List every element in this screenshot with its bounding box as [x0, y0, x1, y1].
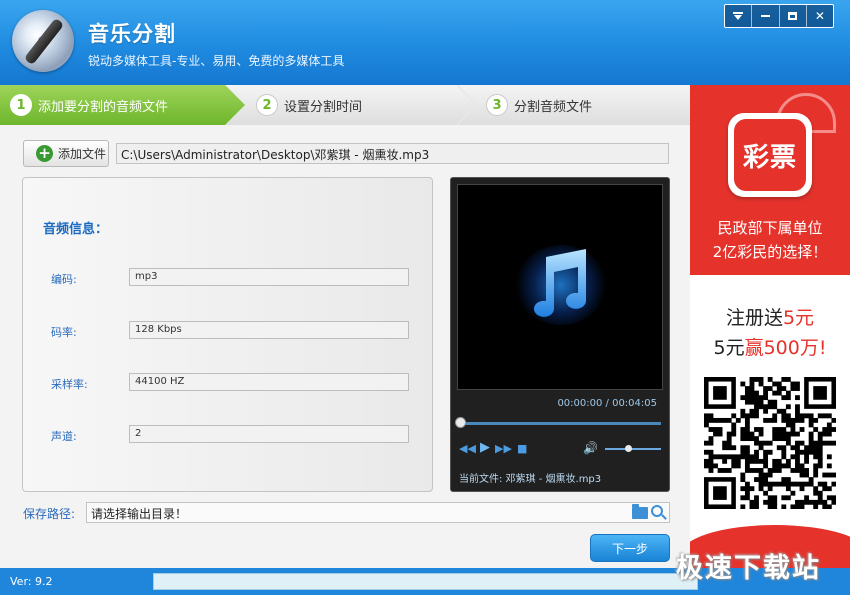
ad-promo-2-amount: 赢500万!: [744, 337, 827, 359]
lottery-logo: 彩票: [728, 113, 812, 197]
search-icon[interactable]: [651, 505, 663, 517]
ad-promo-1: 注册送5元: [690, 303, 850, 330]
info-row-codec: 编码: mp3: [23, 268, 434, 288]
close-icon: ✕: [814, 9, 825, 23]
folder-icon[interactable]: [632, 504, 648, 519]
main-panel: + 添加文件 C:\Users\Administrator\Desktop\邓紫…: [0, 125, 690, 568]
ad-promo-2: 5元赢500万!: [690, 333, 850, 360]
menu-icon: [733, 12, 744, 20]
fast-forward-icon[interactable]: ▶▶: [495, 442, 512, 455]
progress-bar: [153, 573, 698, 590]
info-row-channels: 声道: 2: [23, 425, 434, 445]
save-path-field[interactable]: 请选择输出目录！: [86, 502, 670, 523]
ad-promo-1-amount: 5元: [782, 307, 815, 329]
step-number: 2: [256, 94, 278, 116]
site-watermark: 极速下载站: [676, 553, 821, 584]
codec-field: mp3: [129, 268, 409, 286]
volume-slider[interactable]: [605, 448, 661, 450]
minimize-button[interactable]: [752, 5, 780, 27]
seek-bar[interactable]: [459, 422, 661, 425]
audio-player: 00:00:00 / 00:04:05 ◀◀ ▶ ▶▶ ■ 🔊 当前文件: 邓紫…: [450, 177, 670, 492]
audio-info-title: 音频信息：: [43, 222, 109, 237]
step-bar: 1 添加要分割的音频文件 2 设置分割时间 3 分割音频文件: [0, 85, 690, 125]
file-path-field[interactable]: C:\Users\Administrator\Desktop\邓紫琪 - 烟熏妆…: [116, 143, 669, 164]
step-label: 设置分割时间: [284, 99, 363, 115]
now-playing-text: 当前文件: 邓紫琪 - 烟熏妆.mp3: [459, 474, 602, 485]
plus-icon: +: [36, 145, 53, 162]
sample-rate-field: 44100 HZ: [129, 373, 409, 391]
minimize-icon: [760, 15, 770, 17]
channels-label: 声道:: [51, 430, 77, 443]
step-number: 1: [10, 94, 32, 116]
lottery-logo-text: 彩票: [734, 119, 806, 191]
audio-info-panel: 音频信息： 编码: mp3 码率: 128 Kbps 采样率: 44100 HZ…: [22, 177, 433, 492]
play-icon[interactable]: ▶: [480, 440, 490, 455]
sample-rate-label: 采样率:: [51, 378, 88, 391]
version-label: Ver: 9.2: [10, 575, 53, 588]
ad-panel[interactable]: 彩票 民政部下属单位 2亿彩民的选择！ 注册送5元 5元赢500万!: [690, 85, 850, 570]
add-file-label: 添加文件: [58, 147, 107, 161]
step-label: 添加要分割的音频文件: [38, 99, 169, 115]
bitrate-field: 128 Kbps: [129, 321, 409, 339]
music-note-icon: [534, 249, 586, 317]
maximize-button[interactable]: [779, 5, 807, 27]
ad-line-1: 民政部下属单位: [717, 219, 823, 237]
title-bar: 音乐分割 锐动多媒体工具-专业、易用、免费的多媒体工具 ✕: [0, 0, 850, 85]
ad-line-2: 2亿彩民的选择！: [712, 243, 828, 261]
step-label: 分割音频文件: [514, 99, 593, 115]
maximize-icon: [788, 12, 798, 20]
seek-handle[interactable]: [455, 417, 466, 428]
codec-label: 编码:: [51, 273, 77, 286]
bitrate-label: 码率:: [51, 326, 77, 339]
menu-button[interactable]: [725, 5, 753, 27]
time-display: 00:00:00 / 00:04:05: [557, 398, 657, 409]
preview-area: [457, 184, 663, 390]
step-add-file[interactable]: 1 添加要分割的音频文件: [0, 85, 245, 125]
step-set-split-time[interactable]: 2 设置分割时间: [226, 85, 476, 125]
app-logo-icon: [12, 10, 74, 72]
window-controls: ✕: [724, 4, 834, 28]
volume-handle[interactable]: [625, 445, 632, 452]
step-split-audio[interactable]: 3 分割音频文件: [458, 85, 690, 125]
volume-icon[interactable]: 🔊: [583, 441, 598, 455]
app-subtitle: 锐动多媒体工具-专业、易用、免费的多媒体工具: [88, 54, 345, 68]
info-row-bitrate: 码率: 128 Kbps: [23, 321, 434, 341]
channels-field: 2: [129, 425, 409, 443]
stop-icon[interactable]: ■: [517, 442, 527, 455]
info-row-sample-rate: 采样率: 44100 HZ: [23, 373, 434, 393]
close-button[interactable]: ✕: [806, 5, 833, 27]
save-path-label: 保存路径:: [23, 507, 76, 521]
qr-code: [704, 377, 836, 509]
app-title: 音乐分割: [88, 22, 176, 46]
ad-promo-1-text: 注册送: [725, 307, 783, 329]
rewind-icon[interactable]: ◀◀: [459, 442, 476, 455]
ad-promo-2-text: 5元: [713, 337, 745, 359]
step-number: 3: [486, 94, 508, 116]
add-file-button[interactable]: + 添加文件: [23, 140, 109, 167]
next-button[interactable]: 下一步: [590, 534, 670, 562]
